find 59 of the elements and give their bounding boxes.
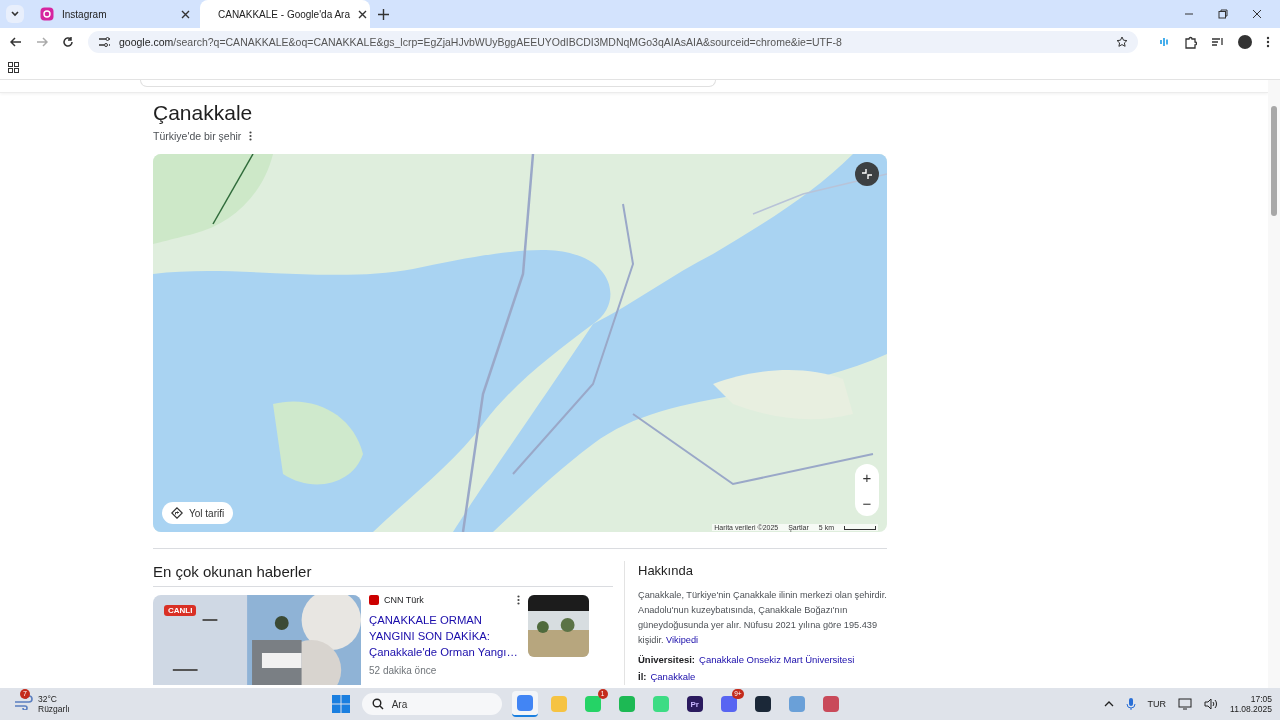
news-logo-icon	[369, 595, 379, 605]
wikipedia-link[interactable]: Vikipedi	[666, 635, 699, 645]
apps-grid-icon[interactable]	[8, 62, 19, 73]
chevron-up-icon[interactable]	[1103, 699, 1114, 709]
temperature: 32°C	[38, 694, 58, 704]
start-icon[interactable]	[331, 695, 350, 713]
microphone-icon[interactable]	[1125, 697, 1136, 711]
zoom-out-button[interactable]: −	[855, 490, 879, 516]
address-bar[interactable]: google.com/search?q=CANAKKALE&oq=CANAKKALE&gs_lcrp=EgZjaHJvbWUyBggAEEUYOdIBCDI3MDNqMGo3qAIAsAIA&sourceid=chrome&ie=UTF-8	[88, 31, 1138, 53]
tab-list-button[interactable]	[6, 5, 24, 23]
reload-icon[interactable]	[62, 36, 74, 48]
video-editor-icon: Pr	[686, 696, 703, 712]
profile-avatar[interactable]	[1238, 35, 1252, 49]
more-icon[interactable]	[516, 595, 520, 605]
news-time: 52 dakika önce	[369, 665, 438, 676]
collapse-icon	[862, 169, 872, 179]
close-icon[interactable]	[1252, 9, 1262, 19]
speaker-icon[interactable]	[1204, 698, 1219, 710]
monitor-icon[interactable]	[1178, 698, 1193, 710]
scale-bar	[844, 525, 876, 530]
search-icon	[371, 698, 384, 710]
media-queue-icon[interactable]	[1211, 36, 1224, 48]
entity-subtitle: Türkiye'de bir şehir	[153, 130, 242, 142]
clock-date[interactable]: 11.08.2025	[1230, 704, 1272, 714]
camera-icon	[40, 7, 54, 21]
live-badge: CANLI	[164, 605, 197, 616]
more-icon[interactable]	[249, 131, 253, 141]
zoom-in-button[interactable]: +	[855, 464, 879, 490]
weather-condition: Rüzgarlı	[38, 704, 70, 714]
about-description: Çanakkale, Türkiye'nin Çanakkale ilinin merkezi olan şehirdir. Anadolu'nun kuzeybatısında, Çanakkale Boğazı'nın güneydoğusunda yer alır. Nüfusu 2021 yılına göre 195.439 kişidir. Vikipedi	[638, 589, 887, 647]
language-indicator[interactable]: TUR	[1147, 699, 1167, 709]
fact-link[interactable]: Çanakkale Onsekiz Mart Üniversitesi	[699, 654, 855, 665]
site-settings-icon[interactable]	[98, 36, 111, 48]
scrollbar[interactable]	[1268, 80, 1280, 688]
fact-label: İl:	[638, 671, 647, 682]
more-icon[interactable]	[1266, 36, 1270, 48]
entity-title: Çanakkale	[153, 101, 254, 125]
news-source: CNN Türk	[384, 595, 424, 605]
browser-tab[interactable]: CANAKKALE - Google'da Ara	[200, 0, 370, 28]
chevron-down-icon	[10, 9, 20, 19]
about-heading: Hakkında	[638, 563, 694, 578]
directions-button[interactable]: Yol tarifi	[162, 502, 234, 524]
clock-time[interactable]: 17:05	[1250, 694, 1272, 704]
news-heading: En çok okunan haberler	[153, 563, 313, 580]
fact-link[interactable]: Çanakkale	[650, 671, 696, 682]
taskbar-app-button[interactable]: Pr	[681, 691, 708, 717]
star-icon[interactable]	[1116, 36, 1128, 48]
wind-icon	[14, 694, 34, 710]
directions-icon	[171, 507, 183, 519]
back-icon[interactable]	[10, 36, 22, 48]
restore-icon[interactable]	[1218, 9, 1228, 19]
puzzle-icon[interactable]	[1184, 35, 1197, 49]
close-icon[interactable]	[358, 9, 367, 19]
close-icon[interactable]	[181, 9, 190, 19]
fact-label: Üniversitesi:	[638, 654, 696, 665]
browser-tab[interactable]: Instagram	[30, 0, 200, 28]
news-title-link[interactable]: ÇANAKKALE ORMAN YANGINI SON DAKİKA: Çanakkale'de Orman Yangı…	[369, 612, 520, 660]
new-tab-icon[interactable]	[378, 8, 389, 20]
taskbar-search-field[interactable]: Ara	[361, 693, 502, 715]
